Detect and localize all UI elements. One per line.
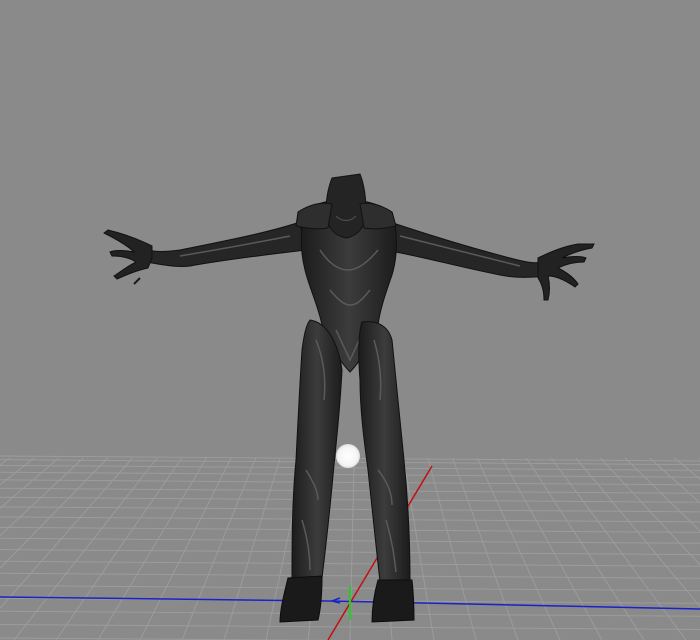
3d-viewport[interactable] <box>0 0 700 640</box>
left-foot <box>279 575 323 623</box>
right-foot <box>371 579 415 623</box>
light-source-icon[interactable] <box>336 444 360 468</box>
scene-canvas[interactable] <box>0 0 700 640</box>
